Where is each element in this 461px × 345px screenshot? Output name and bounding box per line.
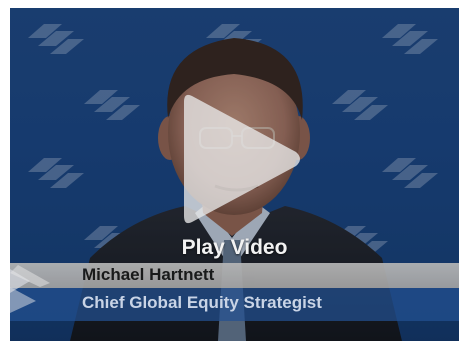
lower-third: Michael Hartnett Chief Global Equity Str… xyxy=(10,263,459,321)
presenter-title: Chief Global Equity Strategist xyxy=(82,293,322,312)
name-bar: Michael Hartnett xyxy=(10,263,459,288)
title-bar: Chief Global Equity Strategist xyxy=(10,288,459,321)
flagscape-logo-icon xyxy=(10,265,50,313)
play-video-label[interactable]: Play Video xyxy=(10,236,459,260)
play-icon[interactable] xyxy=(170,84,310,234)
presenter-name: Michael Hartnett xyxy=(82,265,215,284)
video-player[interactable]: Play Video Michael Hartnett Chief Global… xyxy=(10,8,459,341)
